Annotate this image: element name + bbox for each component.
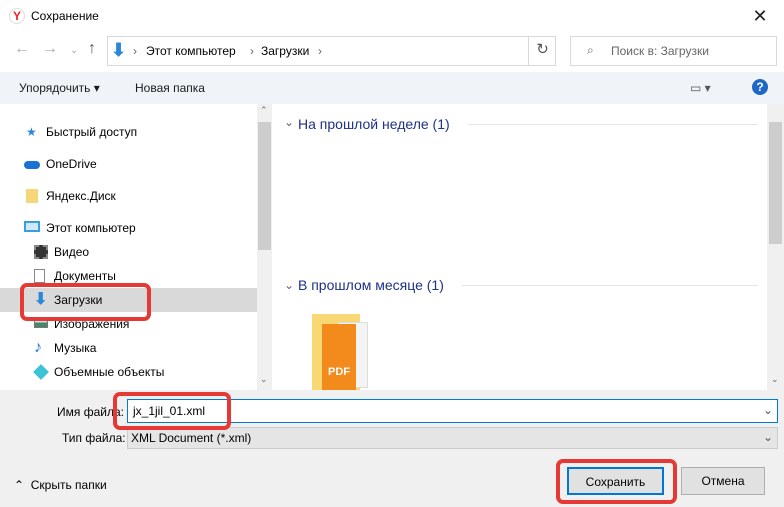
chevron-down-icon: ⌄ — [762, 430, 773, 444]
search-icon: ⌕ — [587, 43, 594, 57]
highlight-save — [556, 459, 677, 504]
sidebar-item-yandex-disk[interactable]: Яндекс.Диск — [0, 184, 257, 208]
breadcrumb-this-pc[interactable]: Этот компьютер — [146, 44, 236, 58]
chevron-right-icon: › — [318, 44, 322, 58]
chevron-right-icon: › — [133, 44, 137, 58]
chevron-up-icon: ⌃ — [14, 478, 25, 492]
forward-button[interactable]: → — [42, 40, 58, 58]
group-header-last-week[interactable]: На прошлой неделе (1) — [298, 116, 450, 132]
chevron-right-icon: › — [250, 44, 254, 58]
up-button[interactable]: ↑ — [88, 40, 96, 58]
new-folder-button[interactable]: Новая папка — [135, 81, 205, 95]
chevron-down-icon[interactable]: ⌄ — [763, 403, 773, 417]
music-icon: ♪ — [34, 339, 42, 356]
yandex-disk-icon — [26, 189, 38, 203]
sidebar-item-music[interactable]: ♪ Музыка — [0, 336, 257, 360]
hide-folders-button[interactable]: ⌃ Скрыть папки — [14, 478, 107, 492]
recent-dropdown-button[interactable]: ⌄ — [70, 45, 78, 56]
highlight-downloads — [20, 283, 151, 321]
computer-icon — [24, 221, 40, 232]
pdf-folder-icon[interactable]: PDF — [312, 312, 372, 390]
video-icon — [34, 245, 48, 259]
collapse-chevron-icon[interactable]: ⌄ — [284, 115, 294, 129]
collapse-chevron-icon[interactable]: ⌄ — [284, 278, 294, 292]
help-button[interactable]: ? — [752, 79, 768, 95]
window-title: Сохранение — [31, 9, 99, 23]
toolbar — [0, 72, 784, 104]
title-bar — [0, 0, 784, 33]
file-type-select[interactable]: XML Document (*.xml) ⌄ — [127, 427, 778, 449]
view-options-button[interactable]: ▭ ▾ — [690, 81, 711, 95]
address-bar[interactable]: ⬇ › Этот компьютер › Загрузки › — [107, 36, 556, 66]
scrollbar-thumb[interactable] — [258, 122, 271, 250]
cancel-button[interactable]: Отмена — [681, 467, 765, 495]
sidebar-scrollbar[interactable]: ⌃ ⌄ — [257, 104, 272, 390]
sidebar-item-onedrive[interactable]: OneDrive — [0, 152, 257, 176]
yandex-browser-logo-icon: Y — [9, 8, 25, 24]
sidebar-item-this-pc[interactable]: Этот компьютер — [0, 216, 257, 240]
breadcrumb-downloads[interactable]: Загрузки — [261, 44, 309, 58]
cloud-icon — [24, 161, 40, 169]
scrollbar-thumb[interactable] — [769, 122, 782, 244]
sidebar-item-quick-access[interactable]: ★ Быстрый доступ — [0, 120, 257, 144]
highlight-filename — [113, 392, 231, 430]
back-button[interactable]: ← — [14, 40, 30, 58]
search-input[interactable]: ⌕ Поиск в: Загрузки — [570, 36, 777, 66]
group-header-last-month[interactable]: В прошлом месяце (1) — [298, 277, 444, 293]
sidebar-item-3d-objects[interactable]: Объемные объекты — [0, 360, 257, 384]
close-button[interactable]: ✕ — [740, 4, 780, 28]
file-type-label: Тип файла: — [62, 431, 126, 445]
download-icon: ⬇ — [111, 40, 127, 60]
star-icon: ★ — [26, 125, 37, 139]
3d-objects-icon — [33, 364, 49, 380]
refresh-button[interactable]: ↻ — [528, 36, 556, 66]
document-icon — [34, 269, 45, 283]
sidebar-item-video[interactable]: Видео — [0, 240, 257, 264]
content-scrollbar[interactable]: ⌄ — [767, 104, 784, 390]
navigation-pane: ★ Быстрый доступ OneDrive Яндекс.Диск Это… — [0, 104, 272, 390]
organize-button[interactable]: Упорядочить ▾ — [19, 81, 100, 95]
